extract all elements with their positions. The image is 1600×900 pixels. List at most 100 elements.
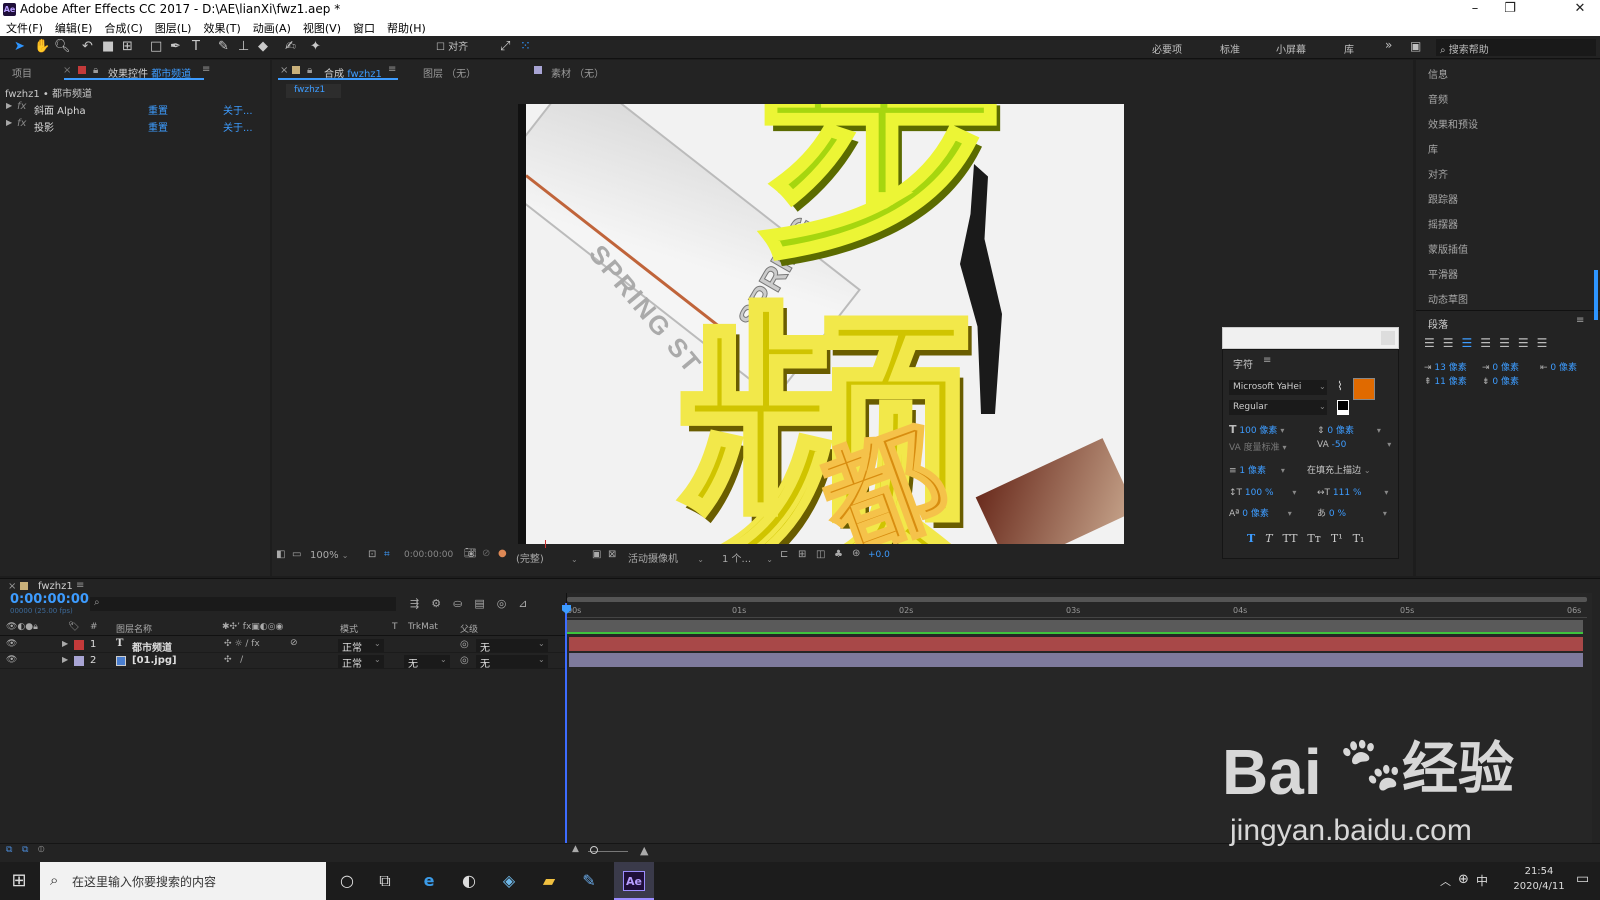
layer-bar-2[interactable] <box>569 653 1583 667</box>
justify-left-icon[interactable]: ☰ <box>1480 336 1491 350</box>
toggle-switches-icon[interactable]: ⧉ <box>6 845 12 855</box>
align-checkbox[interactable]: ☐ 对齐 <box>436 41 468 55</box>
superscript-button[interactable]: T¹ <box>1331 532 1343 545</box>
eyedropper-icon[interactable]: ⌇ <box>1337 379 1343 393</box>
paragraph-menu-icon[interactable]: ≡ <box>1576 315 1584 326</box>
zoom-in-icon[interactable]: ▲ <box>640 844 648 857</box>
eraser-tool-icon[interactable]: ◆ <box>258 40 268 54</box>
reset-link[interactable]: 重置 <box>148 102 168 117</box>
layer-switches[interactable]: ✣ / <box>224 655 243 665</box>
workspace-essentials[interactable]: 必要项 <box>1152 41 1182 56</box>
expand-arrow-icon[interactable]: ▶ <box>62 655 68 664</box>
selection-tool-icon[interactable]: ➤ <box>14 40 25 54</box>
fit-icon[interactable]: ⊡ <box>368 549 376 560</box>
close-button[interactable]: ✕ <box>1565 1 1595 16</box>
motion-blur-icon[interactable]: ◎ <box>497 597 507 610</box>
snapshot-icon[interactable]: 📷︎ <box>464 548 477 559</box>
panel-menu-icon[interactable]: ≡ <box>202 64 210 75</box>
blend-mode-dropdown[interactable]: 正常 ⌄ <box>338 655 384 670</box>
views-dropdown[interactable]: 1 个... ⌄ <box>722 550 773 565</box>
windows-start-icon[interactable]: ⊞ <box>8 870 30 892</box>
clock-time[interactable]: 21:54 <box>1512 866 1566 877</box>
justify-right-icon[interactable]: ☰ <box>1518 336 1529 350</box>
lock-icon[interactable]: 🔒︎ <box>307 65 312 76</box>
draft-3d-icon[interactable]: ⚙ <box>431 597 441 610</box>
faux-bold-button[interactable]: T <box>1247 532 1255 545</box>
puppet-pin-tool-icon[interactable]: ✦ <box>310 40 321 54</box>
space-before-field[interactable]: ⇞ 11 像素 <box>1424 374 1467 387</box>
small-caps-button[interactable]: Tт <box>1307 532 1320 545</box>
show-snapshot-icon[interactable]: ⊘ <box>482 548 490 559</box>
adjustment-link-icon[interactable]: ⊘ <box>290 638 298 648</box>
character-panel-titlebar[interactable] <box>1222 327 1399 349</box>
horizontal-scale-field[interactable]: ↔T 111 % ▾ <box>1317 488 1388 498</box>
visibility-eye-icon[interactable]: 👁︎ <box>6 655 17 665</box>
tab-timeline-comp[interactable]: fwzhz1 <box>38 581 73 592</box>
about-link[interactable]: 关于... <box>223 119 253 134</box>
indent-first-field[interactable]: ⇥ 0 像素 <box>1482 360 1519 373</box>
app-icon-2[interactable]: ◈ <box>498 870 520 892</box>
toggle-modes-icon[interactable]: ⧉ <box>22 845 28 855</box>
expand-arrow-icon[interactable]: ▶ <box>6 101 12 110</box>
type-tool-icon[interactable]: T <box>192 40 200 54</box>
panel-align[interactable]: 对齐 <box>1428 166 1448 181</box>
tracking-field[interactable]: VA -50 ▾ <box>1317 440 1391 450</box>
stroke-mode-dropdown[interactable]: 在填充上描边 ⌄ <box>1307 463 1371 476</box>
close-tab-icon[interactable]: × <box>63 65 71 76</box>
menu-layer[interactable]: 图层(L) <box>149 19 198 36</box>
indent-left-field[interactable]: ⇥ 13 像素 <box>1424 360 1467 373</box>
panel-effects-presets[interactable]: 效果和预设 <box>1428 116 1478 131</box>
panel-audio[interactable]: 音频 <box>1428 91 1448 106</box>
visibility-eye-icon[interactable]: 👁︎ <box>6 639 17 649</box>
font-size-field[interactable]: T 100 像素 ▾ <box>1229 423 1284 436</box>
expand-arrow-icon[interactable]: ▶ <box>6 118 12 127</box>
justify-center-icon[interactable]: ☰ <box>1499 336 1510 350</box>
layer-name[interactable]: 都市频道 <box>132 639 172 654</box>
close-tab-icon[interactable]: × <box>280 65 288 76</box>
panel-smoother[interactable]: 平滑器 <box>1428 266 1458 281</box>
align-left-icon[interactable]: ☰ <box>1424 336 1435 350</box>
rotate-tool-icon[interactable]: ↶ <box>82 40 93 54</box>
zoom-out-icon[interactable]: ▲ <box>572 844 579 854</box>
more-workspaces-icon[interactable]: » <box>1385 38 1392 52</box>
layer-label-color[interactable] <box>74 640 84 650</box>
region-of-interest-icon[interactable]: ▣ <box>592 549 601 560</box>
edge-browser-icon[interactable]: e <box>418 870 440 892</box>
timeline-icon[interactable]: ◫ <box>816 549 825 560</box>
kerning-field[interactable]: VA 度量标准 ▾ <box>1229 440 1287 453</box>
justify-all-icon[interactable]: ☰ <box>1537 336 1548 350</box>
layer-row[interactable]: 👁︎ ▶ 1 T 都市频道 ✣ ☼ / fx ⊘ 正常 ⌄ ◎ 无 ⌄ <box>0 637 565 654</box>
search-help-input[interactable]: ⌕ 搜索帮助 <box>1436 39 1596 56</box>
pan-behind-tool-icon[interactable]: ⊞ <box>122 40 133 54</box>
layer-label-color[interactable] <box>74 656 84 666</box>
restore-button[interactable]: ❐ <box>1495 1 1525 16</box>
character-menu-icon[interactable]: ≡ <box>1263 355 1271 366</box>
file-explorer-icon[interactable]: ▰ <box>538 870 560 892</box>
menu-effect[interactable]: 效果(T) <box>197 19 246 36</box>
parent-pick-whip-icon[interactable]: ◎ <box>460 639 469 650</box>
tab-layer[interactable]: 图层 （无） <box>423 65 476 80</box>
parent-dropdown[interactable]: 无 ⌄ <box>476 639 548 654</box>
taskbar-ae-active[interactable]: Ae <box>614 862 654 900</box>
parent-dropdown[interactable]: 无 ⌄ <box>476 655 548 670</box>
fast-preview-icon[interactable]: ⊞ <box>798 549 806 560</box>
indent-right-field[interactable]: ⇤ 0 像素 <box>1540 360 1577 373</box>
frame-blending-icon[interactable]: ▤ <box>474 597 484 610</box>
shy-layers-icon[interactable]: ⛀ <box>453 597 462 610</box>
workspace-small-screen[interactable]: 小屏幕 <box>1276 41 1306 56</box>
baseline-shift-field[interactable]: Aª 0 像素 ▾ <box>1229 506 1292 519</box>
menu-composition[interactable]: 合成(C) <box>98 19 148 36</box>
comp-navigator-tab[interactable]: fwzhz1 <box>286 84 341 98</box>
leading-field[interactable]: ⇕ 0 像素 ▾ <box>1317 423 1381 436</box>
menu-file[interactable]: 文件(F) <box>0 19 49 36</box>
zoom-slider-thumb[interactable] <box>590 846 598 854</box>
composition-canvas[interactable]: SPRING ST SPRING 步 频 都 <box>526 104 1124 544</box>
resolution-dropdown[interactable]: (完整) ⌄ <box>516 550 578 565</box>
current-timecode[interactable]: 0:00:00:00 <box>10 592 89 607</box>
hand-tool-icon[interactable]: ✋ <box>34 40 50 54</box>
white-swatch[interactable] <box>1337 410 1349 415</box>
panel-menu-icon[interactable]: ≡ <box>76 580 84 591</box>
brush-tool-icon[interactable]: ✎ <box>218 40 229 54</box>
channel-icon[interactable]: ● <box>498 548 507 559</box>
panel-motion-sketch[interactable]: 动态草图 <box>1428 291 1468 306</box>
